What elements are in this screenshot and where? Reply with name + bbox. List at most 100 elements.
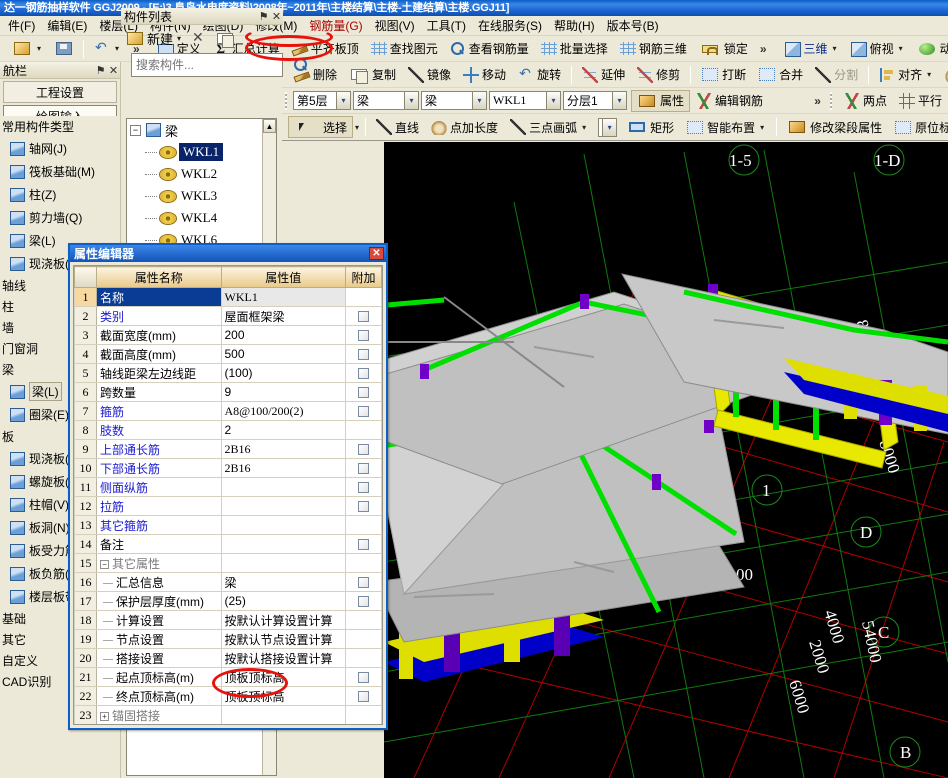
close-icon[interactable]: ✕ (270, 10, 283, 23)
property-value-cell[interactable]: 按默认搭接设置计算 (220, 648, 346, 668)
property-value-cell[interactable]: 屋面框架梁 (220, 306, 346, 326)
property-value-cell[interactable]: 顶板顶标高 (220, 686, 346, 706)
nav-button-project-settings[interactable]: 工程设置 (3, 81, 117, 103)
property-row-2[interactable]: 2 类别 屋面框架梁 (74, 306, 382, 326)
attach-checkbox[interactable] (358, 444, 369, 456)
property-value-cell[interactable]: 按默认节点设置计算 (220, 629, 346, 649)
property-value-cell[interactable]: WKL1 (220, 287, 346, 307)
property-attach-cell[interactable] (345, 686, 382, 706)
menu-item-file[interactable]: 件(F) (2, 15, 41, 36)
property-value-cell[interactable]: 按默认计算设置计算 (220, 610, 346, 630)
attach-checkbox[interactable] (358, 691, 369, 703)
property-attach-cell[interactable] (345, 477, 382, 497)
property-value-cell[interactable]: 2B16 (220, 439, 346, 459)
attach-checkbox[interactable] (358, 311, 369, 323)
property-attach-cell[interactable] (345, 344, 382, 364)
chevron-down-icon[interactable]: ▾ (353, 123, 361, 132)
property-attach-cell[interactable] (345, 382, 382, 402)
menu-item-version[interactable]: 版本号(B) (601, 15, 665, 36)
property-value-cell[interactable] (220, 477, 346, 497)
chevron-down-icon[interactable]: ▾ (546, 92, 560, 109)
property-attach-cell[interactable] (345, 458, 382, 478)
property-row-14[interactable]: 14 备注 (74, 534, 382, 554)
property-value-cell[interactable] (220, 553, 346, 573)
attach-checkbox[interactable] (358, 368, 369, 380)
chevron-down-icon[interactable]: ▾ (336, 92, 350, 109)
chevron-down-icon[interactable]: ▾ (404, 92, 418, 109)
search-input[interactable] (132, 57, 293, 73)
property-attach-cell[interactable] (345, 496, 382, 516)
menu-item-view[interactable]: 视图(V) (369, 15, 421, 36)
tree-node-4[interactable]: 剪力墙(Q) (0, 206, 120, 229)
model-viewport-3d[interactable]: 1-51-D 1415 1 DC B 8000 8000 8000 4000 8… (384, 142, 948, 778)
menu-item-help[interactable]: 帮助(H) (548, 15, 601, 36)
property-attach-cell[interactable] (345, 363, 382, 383)
component-item-WKL3[interactable]: WKL3 (127, 185, 276, 207)
line-tool-button[interactable]: 直线 (370, 116, 425, 138)
new-project-button[interactable]: ▾ (6, 38, 49, 60)
chevron-down-icon[interactable]: ▾ (831, 44, 839, 53)
pin-icon[interactable]: ⚑ (257, 10, 270, 23)
find-element-button[interactable]: 查找图元 (365, 38, 444, 60)
extend-button[interactable]: 延伸 (576, 64, 631, 86)
property-value-cell[interactable]: 2 (220, 420, 346, 440)
chevron-down-icon[interactable]: ▾ (175, 34, 183, 43)
view-3d-button[interactable]: 三维 ▾ (779, 38, 845, 60)
attach-checkbox[interactable] (358, 463, 369, 475)
rotate-button[interactable]: 旋转 (512, 64, 567, 86)
property-row-23[interactable]: 23 + 锚固搭接 (74, 705, 382, 724)
property-attach-cell[interactable] (345, 287, 382, 307)
property-row-16[interactable]: 16 汇总信息 梁 (74, 572, 382, 592)
attach-checkbox[interactable] (358, 387, 369, 399)
pin-icon[interactable]: ⚑ (94, 64, 107, 77)
attach-checkbox[interactable] (358, 501, 369, 513)
toolbar-grip[interactable] (829, 91, 835, 110)
property-value-cell[interactable]: 顶板顶标高 (220, 667, 346, 687)
rectangle-tool-button[interactable]: 矩形 (621, 116, 680, 138)
chevron-down-icon[interactable]: ▾ (612, 92, 626, 109)
property-attach-cell[interactable] (345, 610, 382, 630)
attach-checkbox[interactable] (358, 596, 369, 608)
property-attach-cell[interactable] (345, 420, 382, 440)
property-value-cell[interactable]: 梁 (220, 572, 346, 592)
property-attach-cell[interactable] (345, 325, 382, 345)
scroll-up-arrow[interactable]: ▲ (263, 119, 276, 133)
collapse-toggle-icon[interactable]: − (130, 124, 141, 136)
tree-node-1[interactable]: 轴网(J) (0, 137, 120, 160)
property-row-6[interactable]: 6 跨数量 9 (74, 382, 382, 402)
close-icon[interactable]: ✕ (369, 247, 384, 260)
chevron-down-icon[interactable]: ▾ (472, 92, 486, 109)
attach-checkbox[interactable] (358, 539, 369, 551)
attach-checkbox[interactable] (358, 482, 369, 494)
property-row-11[interactable]: 11 侧面纵筋 (74, 477, 382, 497)
property-row-15[interactable]: 15− 其它属性 (74, 553, 382, 573)
copy-button[interactable]: 复制 (343, 64, 402, 86)
property-value-cell[interactable]: 2B16 (220, 458, 346, 478)
property-row-4[interactable]: 4 截面高度(mm) 500 (74, 344, 382, 364)
batch-select-button[interactable]: 批量选择 (535, 38, 614, 60)
property-button[interactable]: 属性 (631, 89, 691, 112)
three-point-arc-button[interactable]: 三点画弧 ▾ (504, 116, 594, 138)
menu-item-tools[interactable]: 工具(T) (421, 15, 472, 36)
split-button[interactable]: 分割 (809, 64, 864, 86)
floor-select[interactable]: 第5层 ▾ (293, 91, 351, 110)
tree-node-3[interactable]: 柱(Z) (0, 183, 120, 206)
menu-item-rebar-qty[interactable]: 钢筋量(G) (303, 15, 368, 36)
property-attach-cell[interactable] (345, 572, 382, 592)
property-value-cell[interactable]: 200 (220, 325, 346, 345)
view-rebar-qty-button[interactable]: 查看钢筋量 (444, 38, 535, 60)
property-attach-cell[interactable] (345, 667, 382, 687)
property-attach-cell[interactable] (345, 401, 382, 421)
align-button[interactable]: 对齐 ▾ (873, 64, 939, 86)
component-search-row[interactable] (131, 53, 307, 77)
property-attach-cell[interactable] (345, 439, 382, 459)
attach-checkbox[interactable] (358, 330, 369, 342)
type-select[interactable]: 梁 ▾ (421, 91, 487, 110)
property-attach-cell[interactable] (345, 591, 382, 611)
tree-node-0[interactable]: 常用构件类型 (0, 116, 120, 137)
attach-checkbox[interactable] (358, 577, 369, 589)
property-row-9[interactable]: 9 上部通长筋 2B16 (74, 439, 382, 459)
property-value-cell[interactable] (220, 496, 346, 516)
chevron-down-icon[interactable]: ▾ (602, 118, 617, 136)
property-value-cell[interactable]: 500 (220, 344, 346, 364)
